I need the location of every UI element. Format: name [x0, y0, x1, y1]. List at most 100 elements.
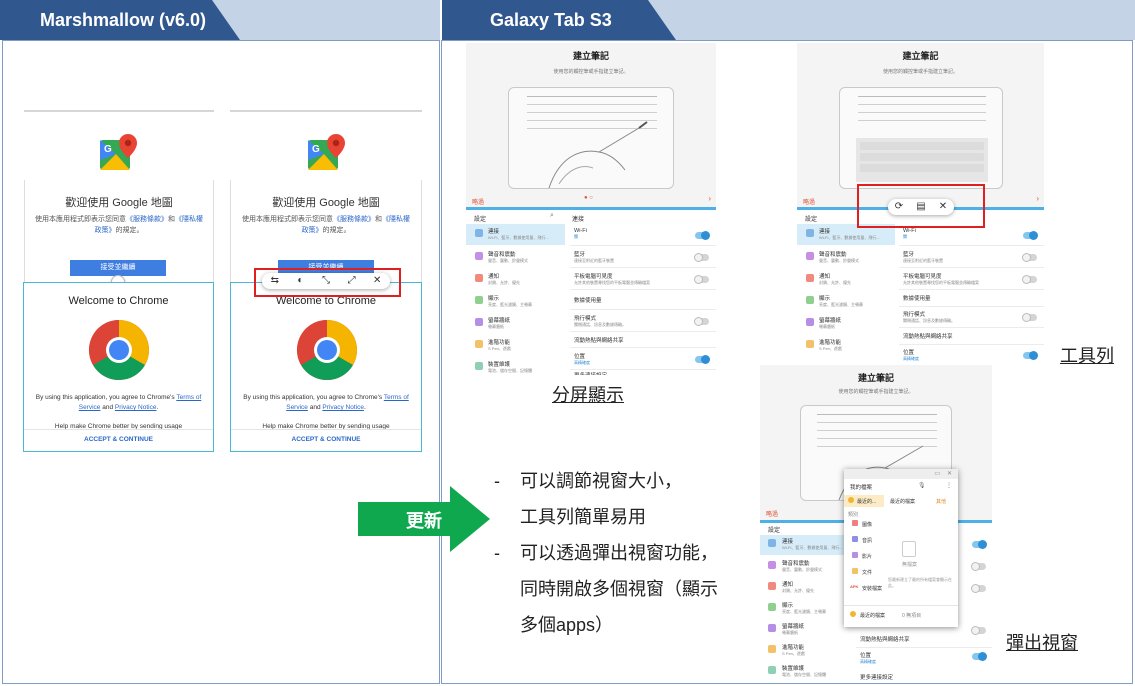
visibility-toggle[interactable] — [694, 275, 709, 284]
terms-link[interactable]: 《服務條款》 — [126, 216, 168, 223]
chrome-terms-text: By using this application, you agree to … — [243, 394, 409, 411]
recent-storage-label[interactable]: 最近的檔案 — [860, 612, 885, 619]
settings-item-advanced[interactable]: 進階功能 S Pen、遊戲 — [782, 643, 805, 657]
location-toggle[interactable] — [972, 652, 987, 661]
privacy-link[interactable]: 《隱私權 — [382, 216, 410, 223]
flight-mode-toggle[interactable] — [694, 317, 709, 326]
setting-wifi[interactable]: Wi-Fi 關 — [574, 228, 587, 240]
settings-item-connections[interactable]: 連接 Wi-Fi、藍牙、數據使用量、飛行... — [819, 227, 880, 241]
setting-hotspot[interactable]: 流動熱點與網絡共享 — [574, 336, 624, 344]
skip-button[interactable]: 略過 — [803, 197, 815, 206]
settings-item-wallpaper[interactable]: 螢幕牆紙 螢幕牆紙 — [782, 622, 804, 636]
popup-close-icon[interactable]: ✕ — [947, 470, 952, 477]
setting-bluetooth[interactable]: 藍牙 連接至附近的藍牙裝置 — [903, 250, 943, 264]
caption-toolbar: 工具列 — [1060, 346, 1114, 366]
chrome-privacy-link[interactable]: Privacy Notice — [322, 404, 364, 411]
flight-mode-toggle[interactable] — [971, 626, 986, 635]
setting-data-usage[interactable]: 數據使用量 — [903, 294, 931, 302]
maps-accept-button[interactable]: 接受並繼續 — [70, 260, 166, 276]
settings-item-notifications[interactable]: 通知 封鎖、允許、優先 — [488, 272, 520, 286]
setting-location[interactable]: 位置 高精確度 — [860, 651, 876, 665]
connections-header: 連接 — [572, 217, 585, 223]
setting-flight-mode[interactable]: 飛行模式 關閉通話、訊息及數據傳輸。 — [903, 310, 955, 324]
settings-item-sound[interactable]: 聲音和震動 聲音、震動、鈴聲模式 — [488, 250, 528, 264]
settings-item-display[interactable]: 顯示 亮度、藍光濾鏡、主螢幕 — [782, 601, 826, 615]
setting-more-connections[interactable]: 更多連接設定 — [574, 371, 607, 375]
setting-visibility[interactable]: 平板電腦可見度 允許其他裝置尋找您的平板電腦並傳輸檔案 — [574, 272, 650, 286]
search-icon[interactable]: ⌕ — [550, 212, 554, 220]
settings-item-display[interactable]: 顯示 亮度、藍光濾鏡、主螢幕 — [488, 294, 532, 308]
maps-welcome-screen-2: G 歡迎使用 Google 地圖 使用本應用程式即表示您同意《服務條款》和《隱私… — [230, 110, 422, 300]
hand-pen-illustration — [548, 121, 648, 189]
settings-item-connections[interactable]: 連接 Wi-Fi、藍牙、數據使用量、飛行... — [782, 537, 843, 551]
recent-files-title: 最近的檔案 — [890, 499, 916, 505]
setting-bluetooth[interactable]: 藍牙 連接至附近的藍牙裝置 — [574, 250, 614, 264]
tablet-popup-window: 建立筆記 使用您的觸控筆或手指建立筆記。 略過 設定 連接 Wi-Fi、藍牙、數據… — [760, 365, 992, 683]
setting-hotspot[interactable]: 流動熱點與網絡共享 — [903, 332, 953, 340]
category-video[interactable]: 影片 — [862, 553, 872, 560]
skip-button[interactable]: 略過 — [766, 509, 778, 518]
category-installers[interactable]: 安裝檔案 — [862, 585, 882, 592]
category-documents[interactable]: 文件 — [862, 569, 872, 576]
settings-item-sound[interactable]: 聲音和震動 聲音、震動、鈴聲模式 — [819, 250, 859, 264]
settings-item-notifications[interactable]: 通知 封鎖、允許、優先 — [782, 580, 814, 594]
setting-more-connections[interactable]: 更多連接設定 — [860, 673, 893, 681]
more-options-icon[interactable]: ⋮ — [946, 482, 952, 489]
chrome-privacy-link[interactable]: Privacy Notice — [115, 404, 157, 411]
wifi-toggle[interactable] — [695, 231, 710, 240]
my-files-popup[interactable]: ▭ ✕ 我的檔案 🎙 ⋮ 最近的... 最近的檔案 其他 類別 圖像 音訊 影片… — [844, 469, 958, 627]
flight-mode-toggle[interactable] — [1022, 313, 1037, 322]
svg-text:G: G — [312, 144, 320, 155]
chrome-accept-button[interactable]: ACCEPT & CONTINUE — [231, 436, 421, 443]
chrome-logo-icon — [296, 320, 358, 381]
bluetooth-toggle[interactable] — [971, 562, 986, 571]
settings-item-advanced[interactable]: 進階功能 S Pen、遊戲 — [819, 338, 842, 352]
settings-item-maintenance[interactable]: 裝置維護 電池、儲存空間、記憶體 — [488, 360, 532, 374]
next-arrow-icon[interactable]: › — [708, 194, 711, 203]
settings-item-notifications[interactable]: 通知 封鎖、允許、優先 — [819, 272, 851, 286]
empty-note: 您最新建立了最的所有檔案會顯示在此。 — [888, 577, 952, 588]
settings-item-display[interactable]: 顯示 亮度、藍光濾鏡、主螢幕 — [819, 294, 863, 308]
toolbar-highlight-box — [254, 268, 401, 297]
location-toggle[interactable] — [695, 355, 710, 364]
caption-popup: 彈出視窗 — [1006, 633, 1078, 653]
popup-minimize-icon[interactable]: ▭ — [934, 470, 940, 477]
other-tab[interactable]: 其他 — [936, 498, 946, 505]
setting-location[interactable]: 位置 高精確度 — [903, 348, 919, 362]
chrome-accept-button[interactable]: ACCEPT & CONTINUE — [24, 436, 213, 443]
settings-item-advanced[interactable]: 進階功能 S Pen、遊戲 — [488, 338, 511, 352]
bluetooth-toggle[interactable] — [1022, 253, 1037, 262]
settings-item-sound[interactable]: 聲音和震動 聲音、震動、鈴聲模式 — [782, 559, 822, 573]
category-audio[interactable]: 音訊 — [862, 537, 872, 544]
settings-item-wallpaper[interactable]: 螢幕牆紙 螢幕牆紙 — [819, 316, 841, 330]
location-toggle[interactable] — [1023, 351, 1038, 360]
setting-wifi[interactable]: Wi-Fi 關 — [903, 228, 916, 240]
document-icon — [852, 568, 858, 574]
settings-item-connections[interactable]: 連接 Wi-Fi、藍牙、數據使用量、飛行... — [488, 227, 549, 241]
category-images[interactable]: 圖像 — [862, 521, 872, 528]
next-arrow-icon[interactable]: › — [1036, 194, 1039, 203]
setting-flight-mode[interactable]: 飛行模式 關閉通話、訊息及數據傳輸。 — [574, 314, 626, 328]
wifi-toggle[interactable] — [972, 540, 987, 549]
skip-button[interactable]: 略過 — [472, 197, 484, 206]
settings-item-wallpaper[interactable]: 螢幕牆紙 螢幕牆紙 — [488, 316, 510, 330]
no-files-text: 無檔案 — [902, 562, 918, 568]
visibility-toggle[interactable] — [971, 584, 986, 593]
google-maps-icon: G — [308, 134, 345, 170]
setting-hotspot[interactable]: 流動熱點與網絡共享 — [860, 635, 910, 643]
chrome-welcome-screen-1: Welcome to Chrome By using this applicat… — [23, 282, 214, 452]
setting-location[interactable]: 位置 高精確度 — [574, 352, 590, 366]
chrome-terms-text: By using this application, you agree to … — [35, 394, 202, 411]
privacy-link[interactable]: 《隱私權 — [175, 216, 203, 223]
recent-tab[interactable]: 最近的... — [857, 498, 876, 505]
bluetooth-toggle[interactable] — [694, 253, 709, 262]
setting-visibility[interactable]: 平板電腦可見度 允許其他裝置尋找您的平板電腦並傳輸檔案 — [903, 272, 979, 286]
wifi-toggle[interactable] — [1023, 231, 1038, 240]
setting-data-usage[interactable]: 數據使用量 — [574, 296, 602, 304]
terms-link[interactable]: 《服務條款》 — [333, 216, 375, 223]
settings-item-maintenance[interactable]: 裝置維護 電池、儲存空間、記憶體 — [782, 664, 826, 678]
bullet-line: - 可以透過彈出視窗功能， — [494, 543, 718, 563]
visibility-toggle[interactable] — [1022, 275, 1037, 284]
mic-icon[interactable]: 🎙 — [918, 482, 926, 489]
note-subtitle: 使用您的觸控筆或手指建立筆記。 — [553, 69, 629, 75]
